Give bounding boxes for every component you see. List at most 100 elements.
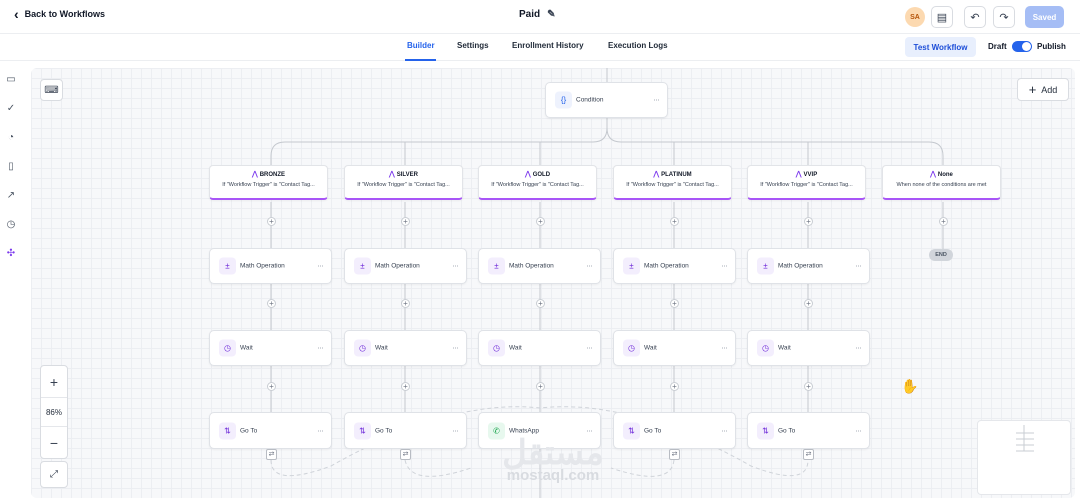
branch-icon: ⋀: [930, 171, 936, 178]
undo-icon[interactable]: ↶: [964, 6, 986, 28]
node-label: Go To: [375, 427, 393, 434]
goto-link-icon[interactable]: ⇄: [400, 449, 411, 460]
goto-link-icon[interactable]: ⇄: [266, 449, 277, 460]
add-step-icon[interactable]: +: [267, 217, 276, 226]
branch-icon: ⋀: [795, 171, 802, 178]
top-bar: ‹ Back to Workflows Paid ✎ SA ▤ ↶ ↷ Save…: [0, 0, 1080, 34]
clipboard-icon[interactable]: ▤: [931, 6, 953, 28]
add-step-icon[interactable]: +: [536, 382, 545, 391]
chat-icon[interactable]: ▭: [5, 74, 17, 86]
external-link-icon[interactable]: ↗: [5, 190, 17, 202]
tab-builder[interactable]: Builder: [407, 41, 435, 50]
more-options-icon[interactable]: ···: [586, 343, 593, 353]
node-label: Go To: [778, 427, 796, 434]
clock-icon: ◷: [354, 339, 371, 357]
branch-bronze[interactable]: ⋀ BRONZE If "Workflow Trigger" is "Contac…: [209, 165, 328, 200]
branch-silver[interactable]: ⋀ SILVER If "Workflow Trigger" is "Contac…: [344, 165, 463, 200]
more-options-icon[interactable]: ···: [452, 261, 459, 271]
publish-toggle[interactable]: [1012, 41, 1032, 52]
add-step-icon[interactable]: +: [670, 299, 679, 308]
branch-none[interactable]: ⋀ None When none of the conditions are me…: [882, 165, 1001, 200]
more-options-icon[interactable]: ···: [721, 261, 728, 271]
history-icon[interactable]: ◷: [5, 219, 17, 231]
add-step-icon[interactable]: +: [939, 217, 948, 226]
wait-node[interactable]: ◷ Wait ···: [747, 330, 870, 366]
node-label: Go To: [644, 427, 662, 434]
tab-execution-logs[interactable]: Execution Logs: [608, 41, 668, 50]
add-step-icon[interactable]: +: [670, 217, 679, 226]
add-step-icon[interactable]: +: [536, 299, 545, 308]
math-operation-node[interactable]: ± Math Operation ···: [344, 248, 467, 284]
workflow-canvas[interactable]: ⌨ + Add {} Condition ··· ⋀ BRONZE If "Wor…: [31, 68, 1075, 498]
add-step-icon[interactable]: +: [804, 382, 813, 391]
wait-node[interactable]: ◷ Wait ···: [209, 330, 332, 366]
pie-chart-icon[interactable]: ◔: [5, 132, 17, 144]
left-rail: ▭ ✓ ◔ ▯ ↗ ◷ ✣: [0, 61, 28, 503]
math-operation-node[interactable]: ± Math Operation ···: [478, 248, 601, 284]
more-options-icon[interactable]: ···: [721, 425, 728, 435]
node-label: Wait: [375, 344, 388, 352]
more-options-icon[interactable]: ···: [586, 261, 593, 271]
math-operation-node[interactable]: ± Math Operation ···: [613, 248, 736, 284]
add-step-icon[interactable]: +: [804, 217, 813, 226]
add-step-icon[interactable]: +: [401, 299, 410, 308]
go-to-node[interactable]: ⇅ Go To ···: [747, 412, 870, 449]
check-circle-icon[interactable]: ✓: [5, 103, 17, 115]
fit-view-icon[interactable]: ⤢: [40, 461, 68, 488]
branch-vvip[interactable]: ⋀ VVIP If "Workflow Trigger" is "Contact …: [747, 165, 866, 200]
redo-icon[interactable]: ↷: [993, 6, 1015, 28]
more-options-icon[interactable]: ···: [721, 343, 728, 353]
add-step-icon[interactable]: +: [401, 382, 410, 391]
add-step-icon[interactable]: +: [670, 382, 679, 391]
test-workflow-button[interactable]: Test Workflow: [905, 37, 976, 57]
more-options-icon[interactable]: ···: [855, 425, 862, 435]
minimap-preview: [1016, 425, 1034, 452]
back-to-workflows-link[interactable]: ‹ Back to Workflows: [14, 7, 105, 21]
more-options-icon[interactable]: ···: [317, 261, 324, 271]
workflow-title[interactable]: Paid ✎: [519, 9, 556, 20]
keyboard-shortcuts-button[interactable]: ⌨: [40, 79, 63, 101]
zoom-out-button[interactable]: −: [41, 427, 67, 458]
branch-gold[interactable]: ⋀ GOLD If "Workflow Trigger" is "Contact …: [478, 165, 597, 200]
minimap[interactable]: [977, 420, 1071, 495]
more-options-icon[interactable]: ···: [653, 95, 660, 105]
branch-title: ⋀ BRONZE: [210, 170, 327, 178]
document-icon[interactable]: ▯: [5, 161, 17, 173]
tab-settings[interactable]: Settings: [457, 41, 489, 50]
wait-node[interactable]: ◷ Wait ···: [478, 330, 601, 366]
more-options-icon[interactable]: ···: [317, 425, 324, 435]
more-options-icon[interactable]: ···: [317, 343, 324, 353]
branch-icon: ⋀: [389, 171, 395, 178]
goto-link-icon[interactable]: ⇄: [803, 449, 814, 460]
more-options-icon[interactable]: ···: [452, 425, 459, 435]
goto-icon: ⇅: [219, 422, 236, 439]
saved-button[interactable]: Saved: [1025, 6, 1064, 28]
pencil-icon[interactable]: ✎: [547, 9, 555, 20]
workflow-icon[interactable]: ✣: [5, 248, 17, 260]
calculator-icon: ±: [219, 257, 236, 275]
go-to-node[interactable]: ⇅ Go To ···: [344, 412, 467, 449]
avatar[interactable]: SA: [905, 7, 925, 27]
branch-platinum[interactable]: ⋀ PLATINUM If "Workflow Trigger" is "Cont…: [613, 165, 732, 200]
tab-enrollment-history[interactable]: Enrollment History: [512, 41, 584, 50]
branch-title: ⋀ None: [883, 170, 1000, 178]
more-options-icon[interactable]: ···: [855, 261, 862, 271]
publish-label: Publish: [1037, 42, 1066, 51]
branch-name: SILVER: [396, 172, 418, 178]
add-button[interactable]: + Add: [1017, 78, 1069, 101]
more-options-icon[interactable]: ···: [855, 343, 862, 353]
add-step-icon[interactable]: +: [267, 299, 276, 308]
more-options-icon[interactable]: ···: [452, 343, 459, 353]
math-operation-node[interactable]: ± Math Operation ···: [747, 248, 870, 284]
math-operation-node[interactable]: ± Math Operation ···: [209, 248, 332, 284]
condition-node[interactable]: {} Condition ···: [545, 82, 668, 118]
zoom-in-button[interactable]: +: [41, 366, 67, 397]
goto-link-icon[interactable]: ⇄: [669, 449, 680, 460]
wait-node[interactable]: ◷ Wait ···: [344, 330, 467, 366]
add-step-icon[interactable]: +: [536, 217, 545, 226]
go-to-node[interactable]: ⇅ Go To ···: [209, 412, 332, 449]
add-step-icon[interactable]: +: [401, 217, 410, 226]
add-step-icon[interactable]: +: [804, 299, 813, 308]
add-step-icon[interactable]: +: [267, 382, 276, 391]
wait-node[interactable]: ◷ Wait ···: [613, 330, 736, 366]
